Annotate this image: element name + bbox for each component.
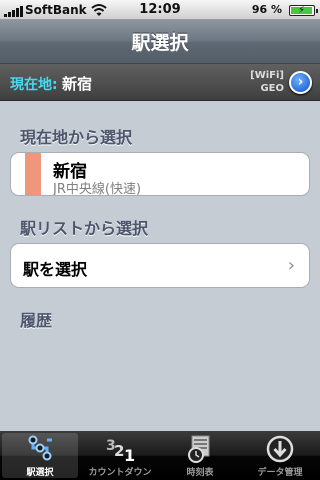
- timetable-icon: [188, 435, 210, 463]
- select-station-label: 駅を選択: [23, 260, 88, 279]
- page-title: 駅選択: [131, 32, 189, 54]
- current-station-cell[interactable]: 新宿 JR中央線(快速): [10, 152, 310, 196]
- countdown-icon: 3 2 1: [106, 438, 135, 464]
- location-station: 新宿: [62, 75, 93, 93]
- station-line: JR中央線(快速): [53, 182, 142, 196]
- tab-countdown[interactable]: 3 2 1 カウントダウン: [80, 431, 160, 480]
- station-select-icon: [28, 435, 52, 461]
- svg-text:2: 2: [114, 442, 124, 460]
- tab-bar: 駅選択 3 2 1 カウントダウン 時刻表 データ管理: [0, 431, 320, 480]
- current-location-bar: 現在地: 新宿 [WiFi] GEO ›: [0, 64, 320, 101]
- tab-timetable[interactable]: 時刻表: [160, 431, 240, 480]
- geo-locate-button[interactable]: ›: [289, 71, 312, 94]
- tab-data-management[interactable]: データ管理: [240, 431, 320, 480]
- line-color-swatch: [25, 153, 41, 195]
- wifi-geo-label: [WiFi] GEO: [250, 69, 284, 95]
- nav-bar: 駅選択: [0, 20, 320, 64]
- select-station-cell[interactable]: 駅を選択 ›: [10, 243, 310, 288]
- svg-text:1: 1: [124, 446, 135, 464]
- chevron-right-icon: ›: [297, 74, 304, 90]
- tab-label: 駅選択: [26, 468, 54, 478]
- wifi-tag: [WiFi]: [250, 70, 284, 81]
- section-header-current: 現在地から選択: [20, 128, 133, 147]
- section-header-list: 駅リストから選択: [20, 219, 149, 238]
- tab-label: データ管理: [257, 468, 303, 478]
- status-bar: SoftBank 12:09 96 % ⚡: [0, 0, 320, 20]
- location-label: 現在地:: [10, 77, 58, 93]
- chevron-right-icon: ›: [287, 255, 295, 276]
- geo-tag: GEO: [260, 83, 284, 94]
- download-icon: [266, 435, 294, 463]
- tab-label: カウントダウン: [88, 468, 152, 478]
- tab-label: 時刻表: [186, 468, 214, 478]
- tab-station-select[interactable]: 駅選択: [0, 431, 80, 480]
- battery-icon: ⚡: [289, 5, 318, 16]
- section-header-history: 履歴: [20, 311, 53, 330]
- battery-percent: 96 %: [251, 3, 282, 16]
